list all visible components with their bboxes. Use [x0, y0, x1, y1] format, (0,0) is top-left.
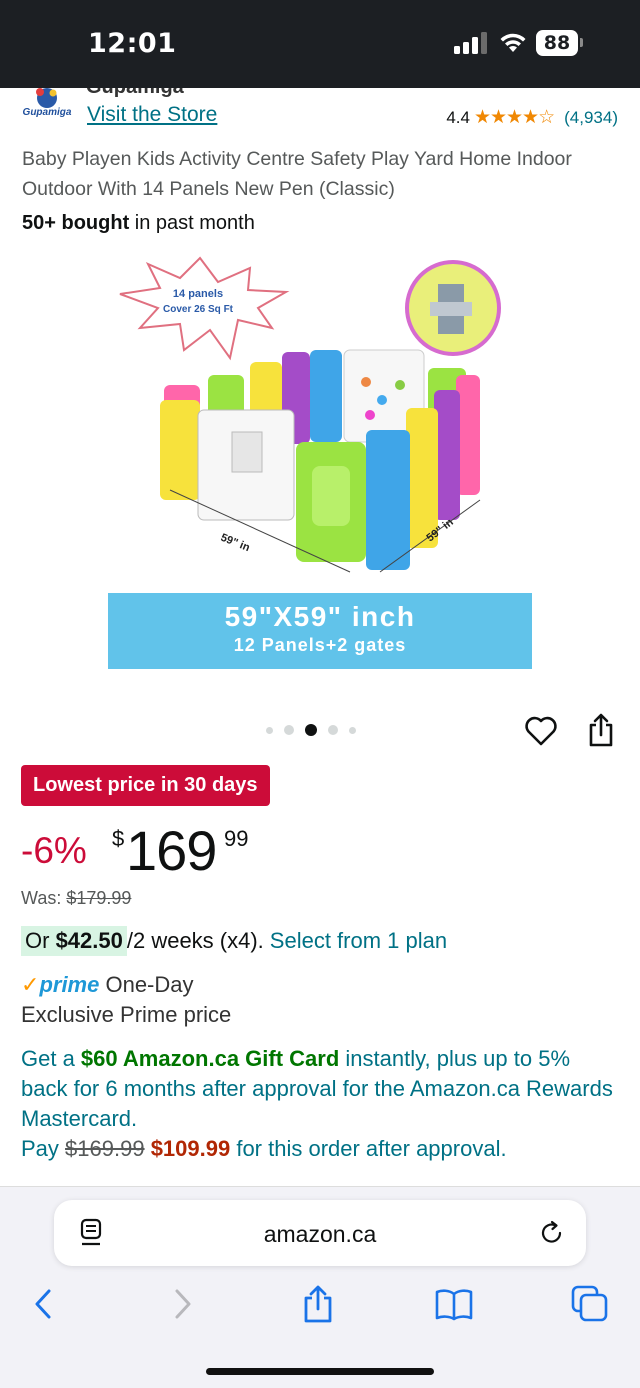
carousel-dots[interactable] [266, 724, 356, 736]
wifi-icon [500, 33, 526, 52]
carousel-dot[interactable] [266, 726, 273, 734]
lowest-price-badge: Lowest price in 30 days [21, 765, 270, 806]
bookmarks-icon[interactable] [434, 1284, 474, 1324]
share-icon[interactable] [586, 712, 616, 748]
price-currency: $ [112, 826, 125, 851]
star-rating-icon: ★★★★☆ [473, 107, 555, 128]
logo-text: Gupamiga [23, 107, 72, 118]
promo-old-price: $169.99 [65, 1136, 145, 1161]
price-whole: 169 [126, 819, 217, 882]
tabs-icon[interactable] [570, 1284, 610, 1324]
rating-summary[interactable]: 4.4 ★★★★☆ (4,934) [446, 106, 618, 129]
forward-icon[interactable] [162, 1284, 202, 1324]
url-text: amazon.ca [263, 1221, 377, 1247]
prime-check-icon: ✓ [21, 972, 40, 997]
status-bar: 12:01 88 [0, 0, 640, 88]
size-banner: 59"X59" inch 12 Panels+2 gates [108, 593, 532, 669]
address-bar[interactable]: amazon.ca [54, 1200, 586, 1266]
rating-value: 4.4 [446, 107, 470, 127]
burst-line-2: Cover 26 Sq Ft [163, 304, 234, 315]
installment-period: /2 weeks (x4). [126, 928, 264, 953]
cellular-signal-icon [454, 32, 487, 54]
back-icon[interactable] [24, 1284, 64, 1324]
brand-name: Gupamiga [86, 88, 184, 98]
exclusive-prime-price: Exclusive Prime price [21, 1002, 232, 1027]
promo-pay: Pay [21, 1136, 66, 1161]
bought-count-bold: 50+ bought [22, 212, 130, 234]
promo-text-3: for this order after approval. [230, 1136, 507, 1161]
was-label: Was: [21, 888, 67, 908]
banner-panels: 12 Panels+2 gates [233, 635, 407, 655]
banner-size: 59"X59" inch [224, 601, 416, 632]
home-indicator[interactable] [206, 1368, 434, 1375]
battery-cap [580, 38, 583, 47]
installment-plan: Or $42.50 /2 weeks (x4). Select from 1 p… [21, 926, 447, 956]
was-value: $179.99 [66, 888, 132, 908]
carousel-dot-active[interactable] [305, 724, 317, 736]
select-plan-link[interactable]: Select from 1 plan [270, 928, 447, 954]
card-promo[interactable]: Get a $60 Amazon.ca Gift Card instantly,… [21, 1044, 621, 1164]
reload-icon[interactable] [538, 1219, 566, 1247]
prime-delivery: ✓prime One-Day Exclusive Prime price [21, 970, 231, 1030]
promo-new-price: $109.99 [150, 1136, 231, 1161]
prime-logo: prime [39, 972, 100, 997]
carousel-dot[interactable] [349, 726, 356, 734]
installment-or: Or [25, 928, 56, 953]
carousel-dot[interactable] [328, 725, 338, 735]
carousel-dot[interactable] [284, 725, 294, 735]
burst-line-1: 14 panels [173, 288, 223, 300]
product-title: Baby Playen Kids Activity Centre Safety … [22, 148, 572, 200]
promo-gift-card: $60 Amazon.ca Gift Card [80, 1046, 340, 1071]
discount-percent: -6% [21, 830, 87, 871]
dimension-left: 59" in [219, 532, 252, 555]
rating-count-link[interactable]: (4,934) [564, 108, 618, 128]
status-time: 12:01 [88, 28, 177, 59]
share-sheet-icon[interactable] [298, 1284, 338, 1324]
prime-delivery-text: One-Day [99, 972, 194, 997]
promo-text-1: Get a [21, 1046, 81, 1071]
bought-count: 50+ bought in past month [22, 212, 255, 235]
visit-store-link[interactable]: Visit the Store [87, 103, 217, 127]
brand-logo[interactable]: Gupamiga [22, 84, 72, 126]
was-price: Was: $179.99 [21, 888, 131, 909]
price-fraction: 99 [224, 826, 249, 851]
battery-level: 88 [536, 30, 578, 56]
installment-amount: $42.50 [55, 928, 123, 953]
brand-name-clipped: Gupamiga [86, 88, 246, 98]
installment-highlight: Or $42.50 [21, 926, 127, 956]
wishlist-heart-icon[interactable] [524, 714, 558, 748]
bought-count-rest: in past month [129, 212, 255, 234]
